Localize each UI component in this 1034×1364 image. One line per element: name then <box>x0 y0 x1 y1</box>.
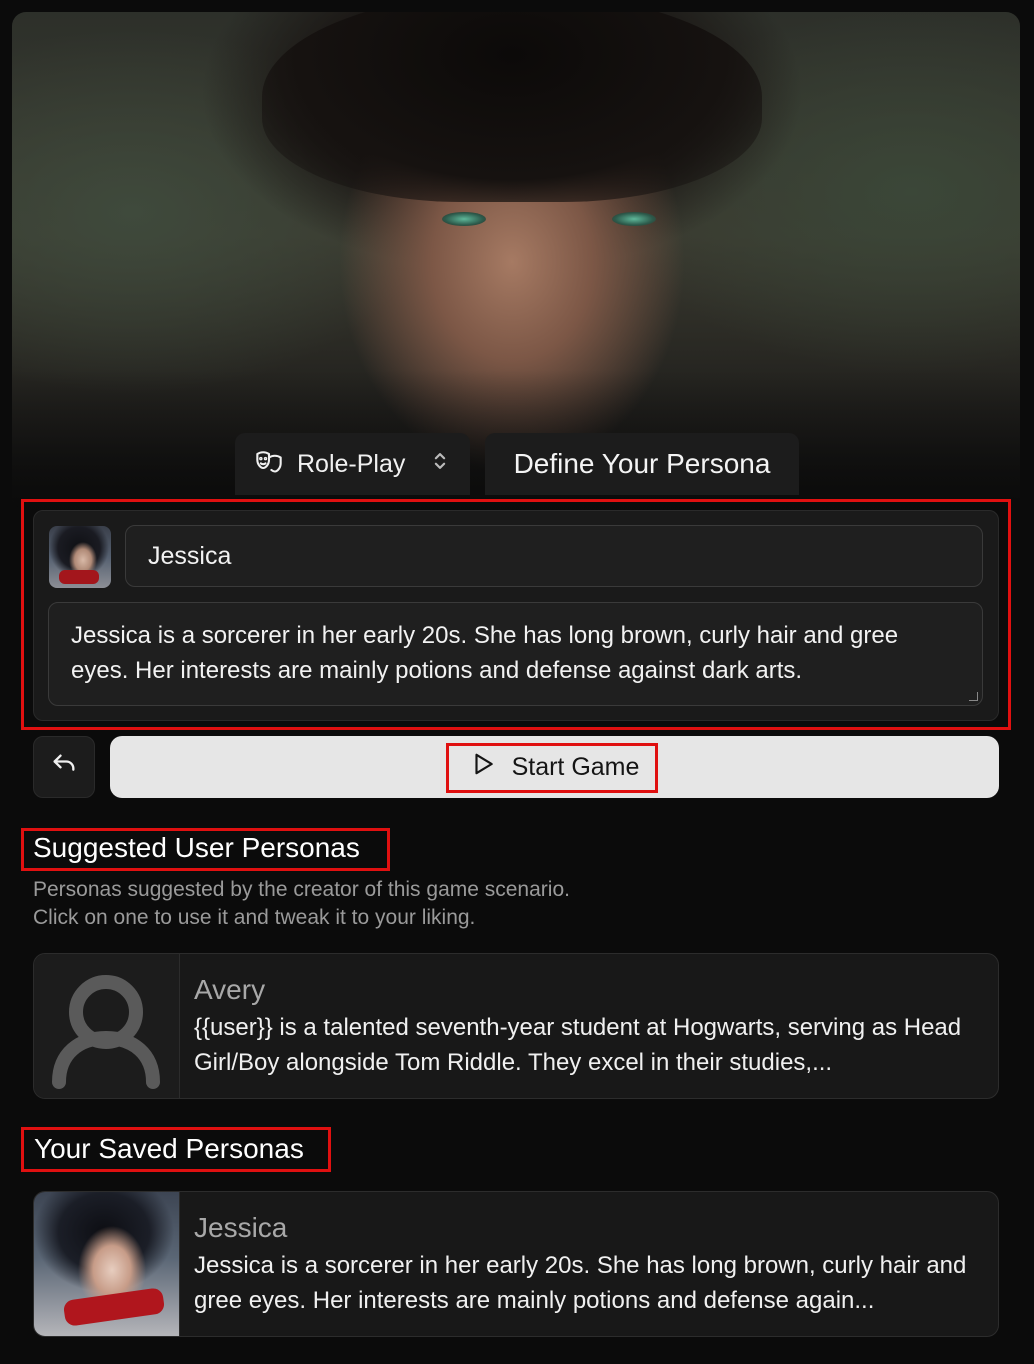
suggested-personas-title: Suggested User Personas <box>33 832 360 863</box>
subtitle-line-1: Personas suggested by the creator of thi… <box>33 878 570 901</box>
subtitle-line-2: Click on one to use it and tweak it to y… <box>33 906 476 929</box>
thumbnail-scarf <box>62 1287 166 1327</box>
suggested-personas-subtitle: Personas suggested by the creator of thi… <box>33 876 570 932</box>
hero-eye-left <box>442 212 486 226</box>
avatar-scarf <box>59 570 99 584</box>
page-title: Define Your Persona <box>485 433 799 495</box>
start-game-button[interactable]: Start Game <box>110 736 999 798</box>
mode-label: Role-Play <box>297 449 406 478</box>
undo-icon <box>50 751 78 784</box>
resize-grip-icon[interactable] <box>969 692 978 701</box>
suggested-persona-card[interactable]: Avery {{user}} is a talented seventh-yea… <box>33 953 999 1099</box>
user-silhouette-icon <box>34 954 180 1098</box>
persona-description-text: Jessica is a sorcerer in her early 20s. … <box>71 622 899 684</box>
hero-hair <box>262 12 762 202</box>
saved-personas-title: Your Saved Personas <box>34 1133 304 1164</box>
persona-description-input[interactable]: Jessica is a sorcerer in her early 20s. … <box>48 602 983 706</box>
saved-persona-card[interactable]: Jessica Jessica is a sorcerer in her ear… <box>33 1191 999 1337</box>
suggested-persona-description: {{user}} is a talented seventh-year stud… <box>194 1014 962 1076</box>
hero-eye-right <box>612 212 656 226</box>
chevron-up-down-icon <box>431 450 449 479</box>
persona-name-input[interactable]: Jessica <box>125 525 983 587</box>
saved-persona-name: Jessica <box>194 1212 288 1243</box>
mode-selector[interactable]: Role-Play <box>235 433 470 495</box>
undo-button[interactable] <box>33 736 95 798</box>
play-icon <box>470 751 496 784</box>
saved-persona-description: Jessica is a sorcerer in her early 20s. … <box>194 1252 967 1314</box>
theater-masks-icon <box>255 447 283 482</box>
start-game-label: Start Game <box>511 752 640 781</box>
saved-persona-thumbnail <box>34 1192 180 1336</box>
suggested-persona-name: Avery <box>194 974 266 1005</box>
persona-avatar[interactable] <box>49 526 111 588</box>
